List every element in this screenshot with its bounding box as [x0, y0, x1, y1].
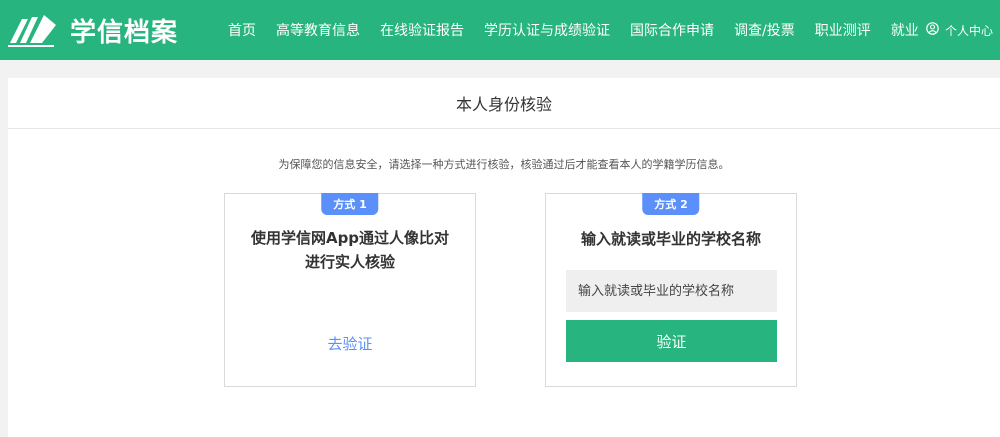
- user-center-label: 个人中心: [945, 23, 994, 38]
- main-nav: 首页 高等教育信息 在线验证报告 学历认证与成绩验证 国际合作申请 调查/投票 …: [228, 0, 939, 60]
- nav-item-international[interactable]: 国际合作申请: [630, 20, 714, 40]
- nav-item-survey[interactable]: 调查/投票: [734, 20, 795, 40]
- nav-item-employment[interactable]: 就业: [891, 20, 919, 40]
- nav-item-home[interactable]: 首页: [228, 20, 256, 40]
- nav-item-higher-education[interactable]: 高等教育信息: [276, 20, 360, 40]
- method-1-card: 方式 1 使用学信网App通过人像比对 进行实人核验 去验证: [224, 193, 476, 387]
- school-name-input[interactable]: [566, 270, 777, 312]
- method-2-card: 方式 2 输入就读或毕业的学校名称 验证: [545, 193, 797, 387]
- book-icon: [8, 13, 58, 47]
- brand-logo[interactable]: 学信档案: [8, 12, 178, 48]
- identity-verification-panel: 本人身份核验 为保障您的信息安全，请选择一种方式进行核验，核验通过后才能查看本人…: [8, 78, 1000, 437]
- nav-item-career-test[interactable]: 职业测评: [815, 20, 871, 40]
- method-1-badge: 方式 1: [321, 193, 379, 215]
- nav-item-online-report[interactable]: 在线验证报告: [380, 20, 464, 40]
- brand-name: 学信档案: [70, 17, 179, 48]
- page-title: 本人身份核验: [8, 78, 1000, 129]
- security-notice: 为保障您的信息安全，请选择一种方式进行核验，核验通过后才能查看本人的学籍学历信息…: [278, 158, 730, 171]
- method-1-title-line2: 进行实人核验: [304, 253, 395, 271]
- method-1-title-line1: 使用学信网App通过人像比对: [250, 229, 450, 247]
- method-2-badge: 方式 2: [642, 193, 700, 215]
- top-navbar: 学信档案 首页 高等教育信息 在线验证报告 学历认证与成绩验证 国际合作申请 调…: [0, 0, 1000, 60]
- method-1-title: 使用学信网App通过人像比对 进行实人核验: [225, 226, 475, 274]
- user-center[interactable]: 个人中心: [926, 0, 993, 60]
- go-verify-link[interactable]: 去验证: [225, 333, 475, 354]
- user-circle-icon: [926, 22, 945, 38]
- nav-item-degree-certification[interactable]: 学历认证与成绩验证: [484, 20, 610, 40]
- method-2-title: 输入就读或毕业的学校名称: [580, 230, 761, 248]
- verify-button[interactable]: 验证: [566, 320, 777, 362]
